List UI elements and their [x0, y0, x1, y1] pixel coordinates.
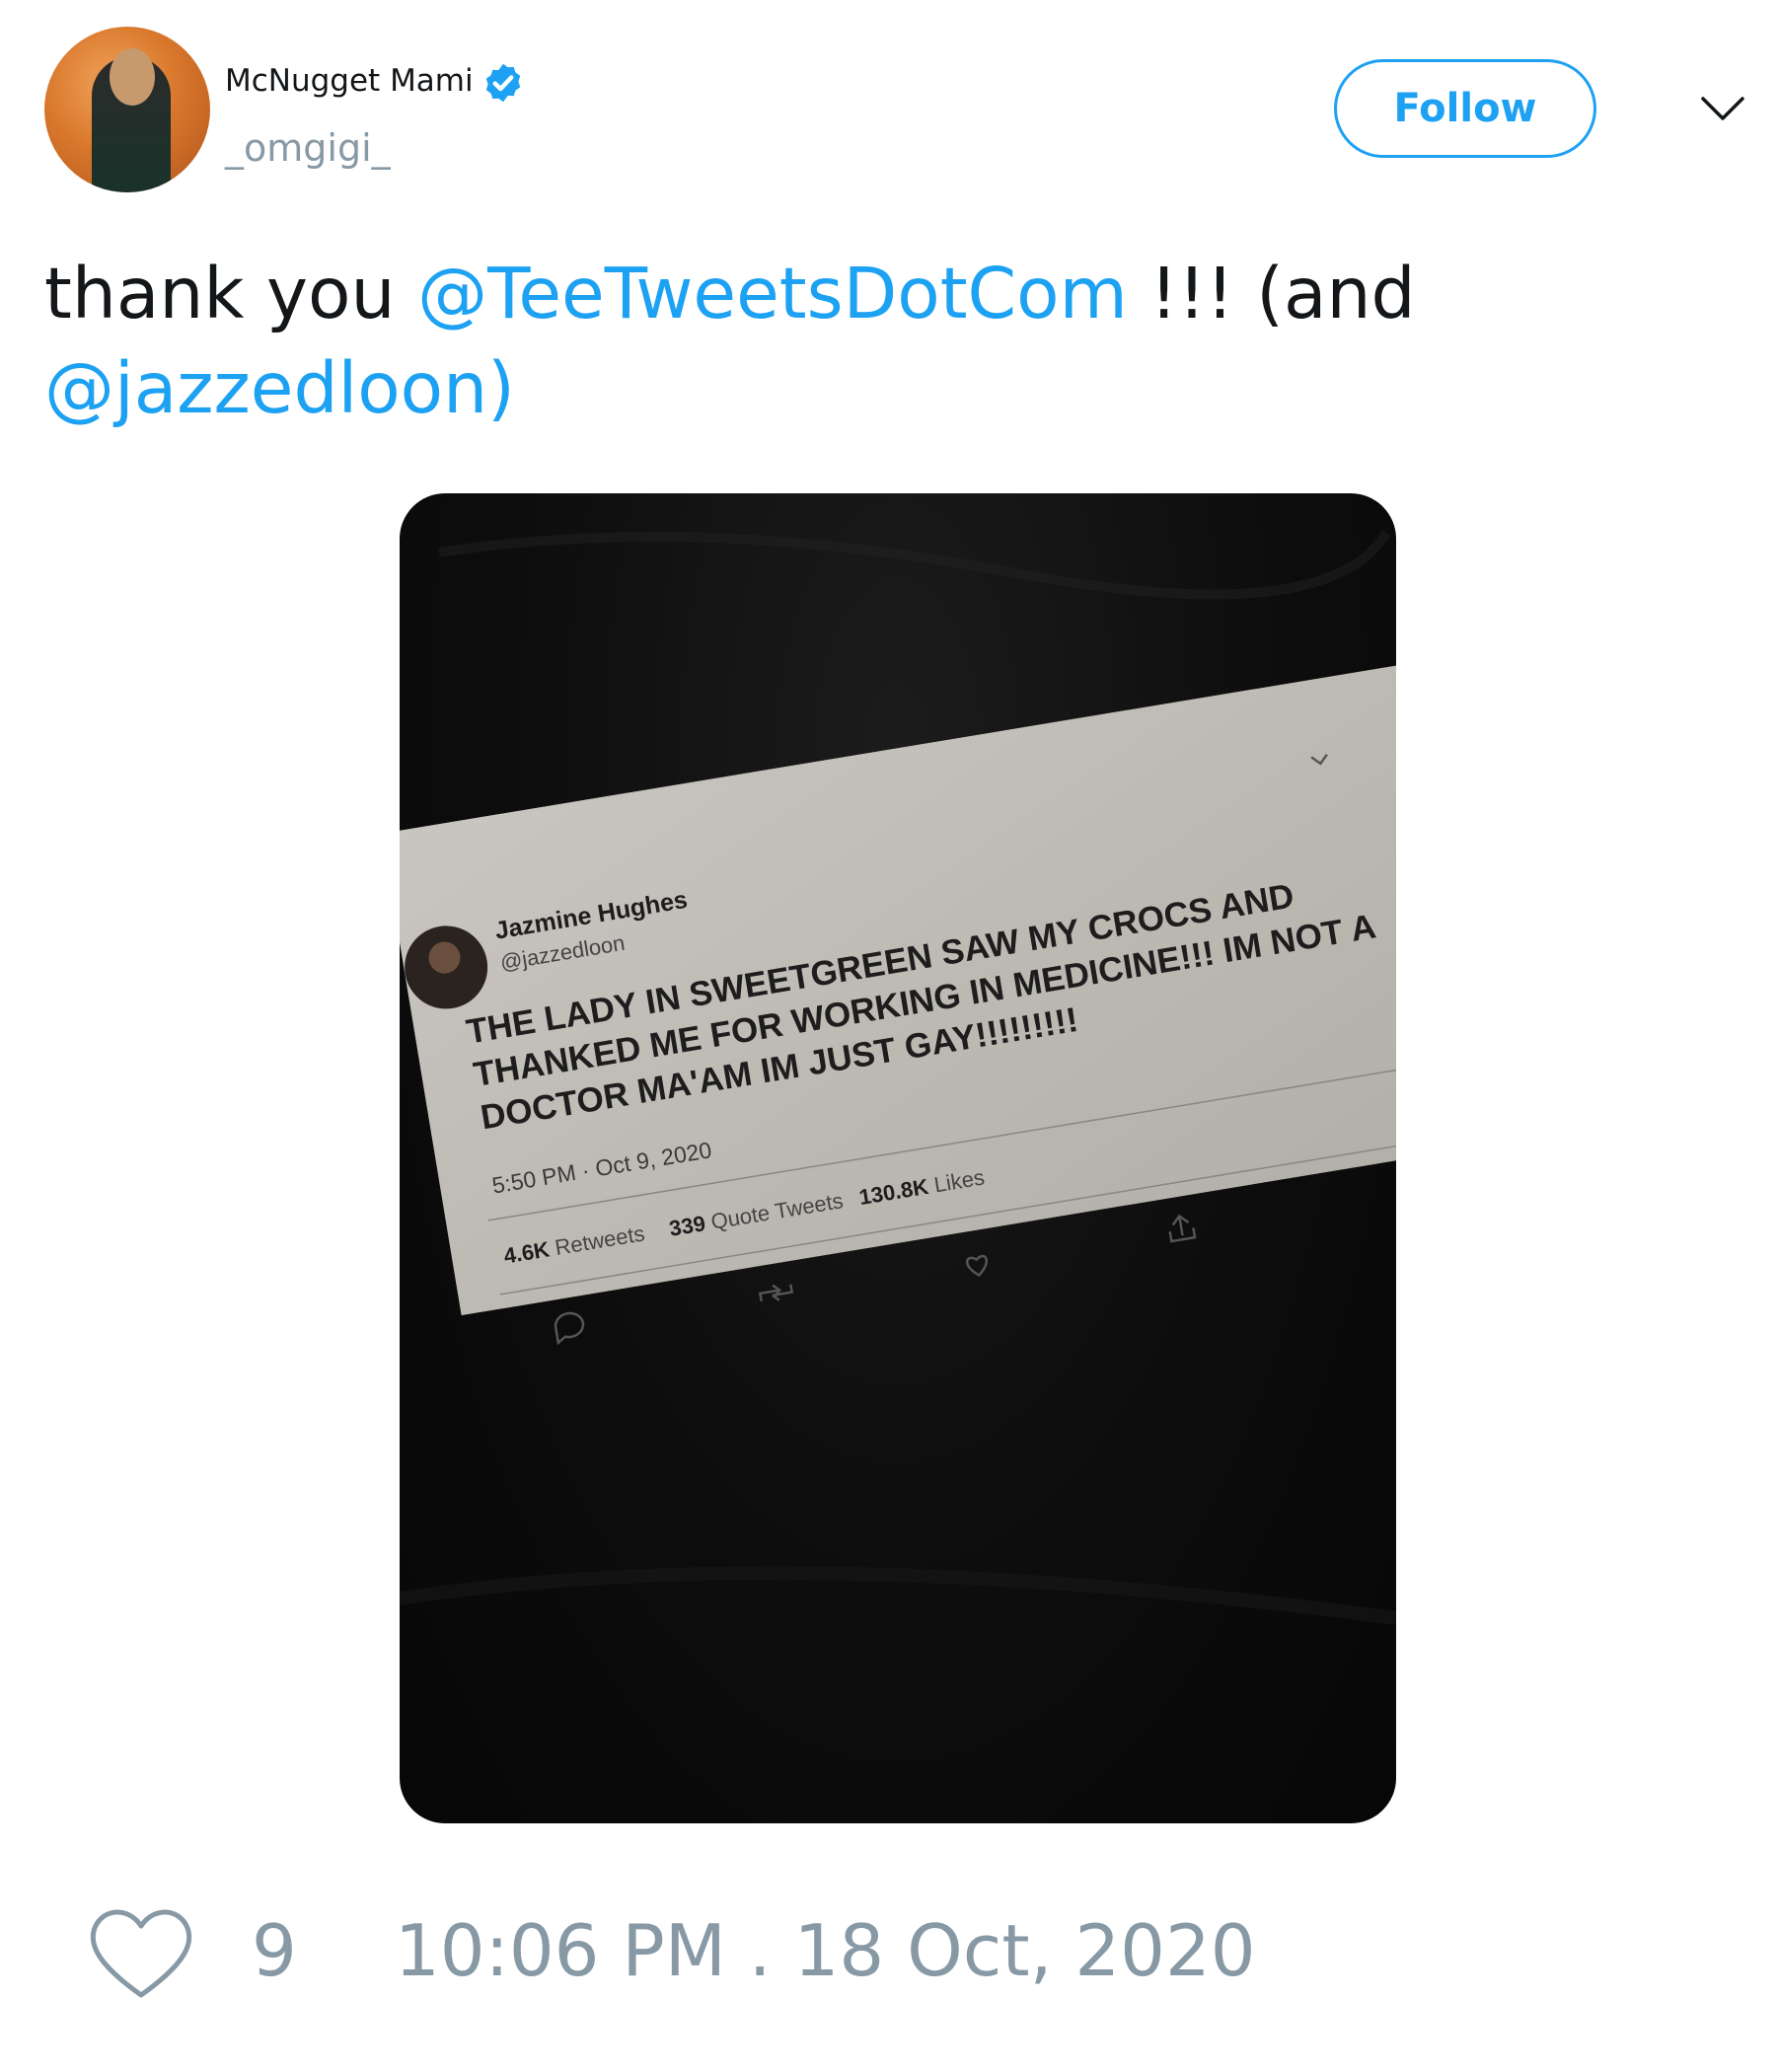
mention-link-jazzedloon[interactable]: @jazzedloon) — [44, 347, 515, 429]
tweet-timestamp[interactable]: 10:06 PM . 18 Oct, 2020 — [395, 1909, 1256, 1992]
author-display-name[interactable]: McNugget Mami — [225, 63, 474, 99]
tweet-text-part: !!! (and — [1127, 253, 1416, 334]
printed-heart-icon — [965, 1254, 989, 1277]
verified-badge-icon — [485, 63, 521, 103]
printed-tweet-shirt: Jazmine Hughes @jazzedloon THE LADY IN S… — [400, 530, 1396, 1625]
printed-share-icon — [1168, 1214, 1197, 1243]
printed-retweet-icon — [758, 1284, 794, 1301]
tweet-media-photo[interactable]: Jazmine Hughes @jazzedloon THE LADY IN S… — [400, 493, 1396, 1823]
tweet-text-part: thank you — [44, 253, 418, 334]
like-count: 9 — [252, 1909, 297, 1992]
chevron-down-icon[interactable] — [1699, 93, 1746, 124]
avatar-face — [110, 48, 155, 106]
follow-button[interactable]: Follow — [1334, 59, 1596, 158]
author-handle[interactable]: _omgigi_ — [225, 126, 391, 170]
tweet-text: thank you @TeeTweetsDotCom !!! (and @jaz… — [44, 247, 1722, 436]
mention-link-teetweetsdotcom[interactable]: @TeeTweetsDotCom — [417, 253, 1128, 334]
heart-icon[interactable] — [87, 1904, 195, 2003]
avatar[interactable] — [44, 27, 210, 192]
printed-reply-icon — [554, 1311, 585, 1346]
